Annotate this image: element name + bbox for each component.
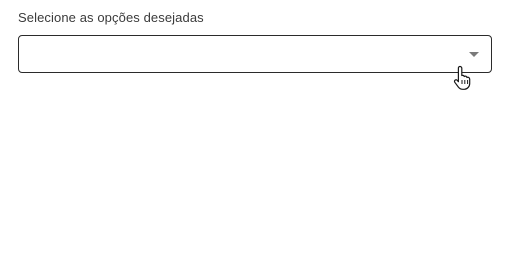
hand-pointer-cursor-icon xyxy=(453,65,471,90)
page: Selecione as opções desejadas xyxy=(0,0,515,260)
options-select[interactable] xyxy=(18,35,492,73)
select-label: Selecione as opções desejadas xyxy=(18,10,204,25)
chevron-down-icon[interactable] xyxy=(469,52,479,57)
